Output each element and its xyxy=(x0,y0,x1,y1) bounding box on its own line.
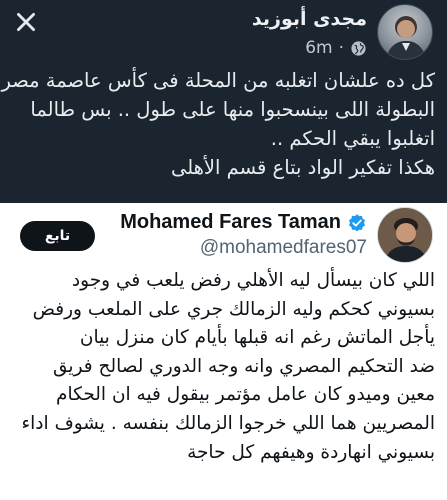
meta-separator: · xyxy=(338,38,344,58)
tweet-text-line: بسيوني انهاردة وهيفهم كل حاجة xyxy=(187,441,435,463)
tweet-author-name-row[interactable]: Mohamed Fares Taman xyxy=(120,211,367,234)
tweet-author-name[interactable]: Mohamed Fares Taman xyxy=(120,211,341,234)
tweet-text-line: المصريين هما اللي خرجوا الزمالك بنفسه . … xyxy=(21,412,435,434)
tweet-author-avatar[interactable] xyxy=(377,207,433,263)
tweet-author-handle[interactable]: @mohamedfares07 xyxy=(200,237,367,259)
tweet-text: اللي كان بيسأل ليه الأهلي رفض يلعب في وج… xyxy=(8,267,435,467)
post-time[interactable]: 6m xyxy=(305,38,332,58)
follow-button[interactable]: تابع xyxy=(20,221,95,251)
tweet-text-line: ضد التحكيم المصري وانه وجه الدوري لصالح … xyxy=(53,355,435,377)
post-text: كل ده علشان اتغلبه من المحلة فى كأس عاصم… xyxy=(1,66,435,182)
globe-icon xyxy=(351,40,366,56)
tweet-text-line: يأجل الماتش رغم انه قبلها بأيام كان منزل… xyxy=(79,327,435,349)
post-text-line: كل ده علشان اتغلبه من المحلة فى كأس عاصم… xyxy=(1,69,435,92)
post-text-line: اتغلبوا يبقي الحكم .. xyxy=(270,127,435,150)
post-text-line: هكذا تفكير الواد بتاع قسم الأهلى xyxy=(170,156,435,179)
author-name[interactable]: مجدى أبوزيد xyxy=(252,8,367,30)
verified-badge-icon xyxy=(349,213,365,231)
tweet-text-line: بسيوني كحكم وليه الزمالك جري على الملعب … xyxy=(32,298,435,320)
tweet-text-line: اللي كان بيسأل ليه الأهلي رفض يلعب في وج… xyxy=(71,270,435,291)
post-text-line: البطولة اللى بينسحبوا منها على طول .. بس… xyxy=(30,98,435,121)
tweet-text-line: معين وميدو كان عامل مؤتمر بيقول فيه ان ا… xyxy=(56,384,435,406)
close-icon[interactable] xyxy=(8,4,44,40)
author-avatar[interactable] xyxy=(377,4,433,60)
post-meta: 6m · xyxy=(305,38,367,58)
facebook-post: مجدى أبوزيد 6m · كل ده علشان اتغلبه من ا… xyxy=(0,0,447,203)
embedded-tweet[interactable]: تابع Mohamed Fares Taman @mohamedfares07… xyxy=(0,203,447,500)
